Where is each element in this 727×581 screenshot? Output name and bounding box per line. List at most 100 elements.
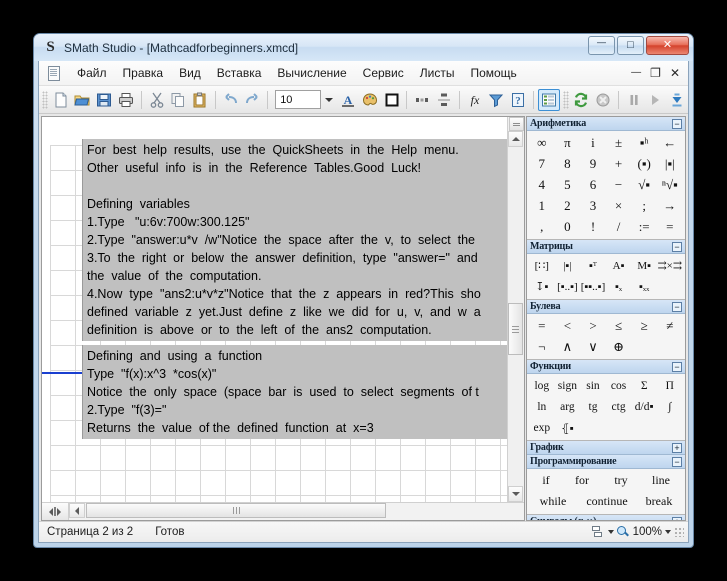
collapse-toggle-functions[interactable]: − xyxy=(672,361,682,372)
palette-key[interactable]: (▪) xyxy=(631,153,657,174)
palette-key[interactable]: ≥ xyxy=(631,315,657,336)
palette-header-programming[interactable]: Программирование − xyxy=(527,455,685,469)
filter-button[interactable] xyxy=(486,89,508,111)
palette-key[interactable]: 9 xyxy=(580,153,606,174)
toolbar-grip[interactable] xyxy=(42,90,48,109)
palette-key[interactable]: 1 xyxy=(529,195,555,216)
align-vertical-button[interactable] xyxy=(433,89,455,111)
zoom-dropdown-icon[interactable] xyxy=(665,530,671,534)
page-navigation-control[interactable] xyxy=(42,503,69,520)
print-document-button[interactable] xyxy=(115,89,137,111)
expand-toggle-graph[interactable]: + xyxy=(672,442,682,453)
text-region-instructions[interactable]: For best help results, use the QuickShee… xyxy=(82,139,524,341)
palette-key[interactable]: sign xyxy=(555,375,581,396)
document-horizontal-scrollbar[interactable] xyxy=(69,503,524,520)
download-button[interactable] xyxy=(666,89,688,111)
toolbar-grip-2[interactable] xyxy=(562,90,569,109)
play-button[interactable] xyxy=(645,89,667,111)
palette-key[interactable]: arg xyxy=(555,396,581,417)
palette-key[interactable]: for xyxy=(563,470,601,491)
document-vertical-scrollbar[interactable] xyxy=(507,117,524,502)
palette-key[interactable]: − xyxy=(606,174,632,195)
palette-key[interactable]: := xyxy=(631,216,657,237)
page-layout-icon[interactable] xyxy=(591,525,605,539)
palette-key[interactable]: ↧▪ xyxy=(529,276,555,297)
palette-key[interactable]: / xyxy=(606,216,632,237)
scroll-left-button[interactable] xyxy=(69,503,85,518)
new-document-button[interactable] xyxy=(50,89,72,111)
palette-key[interactable]: = xyxy=(529,315,555,336)
palette-key[interactable]: ⁿ√▪ xyxy=(657,174,683,195)
palette-key[interactable]: [▪..▪] xyxy=(555,276,581,297)
palette-key[interactable]: ≠ xyxy=(657,315,683,336)
background-color-button[interactable] xyxy=(359,89,381,111)
align-horizontal-button[interactable] xyxy=(411,89,433,111)
palette-key[interactable]: ← xyxy=(657,132,683,153)
minimize-button[interactable]: — xyxy=(588,36,615,55)
menu-edit[interactable]: Правка xyxy=(115,63,172,83)
menu-view[interactable]: Вид xyxy=(171,63,209,83)
collapse-toggle-boolean[interactable]: − xyxy=(672,301,682,312)
text-region-function[interactable]: Defining and using a function Type "f(x)… xyxy=(82,345,524,439)
palette-key[interactable]: 2 xyxy=(555,195,581,216)
palette-key[interactable]: |▪| xyxy=(555,255,581,276)
palette-key[interactable]: d/d▪ xyxy=(631,396,657,417)
palette-key[interactable]: → xyxy=(657,195,683,216)
palette-header-functions[interactable]: Функции − xyxy=(527,360,685,374)
palette-key[interactable]: [∷] xyxy=(529,255,555,276)
palette-key[interactable]: ln xyxy=(529,396,555,417)
font-size-dropdown-button[interactable] xyxy=(322,89,338,111)
palette-key[interactable]: sin xyxy=(580,375,606,396)
palette-key[interactable]: continue xyxy=(577,491,637,512)
font-color-button[interactable]: A xyxy=(337,89,359,111)
palette-key[interactable]: ≤ xyxy=(606,315,632,336)
maximize-button[interactable]: □ xyxy=(617,36,644,55)
palette-key[interactable]: ± xyxy=(606,132,632,153)
collapse-toggle-arithmetic[interactable]: − xyxy=(672,118,682,129)
palette-key[interactable]: ∨ xyxy=(580,336,606,357)
menu-sheets[interactable]: Листы xyxy=(412,63,463,83)
menu-insert[interactable]: Вставка xyxy=(209,63,270,83)
palette-header-arithmetic[interactable]: Арифметика − xyxy=(527,117,685,131)
palette-key[interactable]: ∞ xyxy=(529,132,555,153)
save-document-button[interactable] xyxy=(93,89,115,111)
palette-key[interactable]: > xyxy=(580,315,606,336)
palette-key[interactable]: √▪ xyxy=(631,174,657,195)
palette-key[interactable]: ⊕ xyxy=(606,336,632,357)
paste-button[interactable] xyxy=(189,89,211,111)
palette-key[interactable]: ∫ xyxy=(657,396,683,417)
vertical-scroll-thumb[interactable] xyxy=(508,303,523,355)
palette-key[interactable]: tg xyxy=(580,396,606,417)
copy-button[interactable] xyxy=(167,89,189,111)
palette-key[interactable]: Σ xyxy=(631,375,657,396)
palette-key[interactable]: break xyxy=(637,491,681,512)
palette-key[interactable]: + xyxy=(606,153,632,174)
palette-header-boolean[interactable]: Булева − xyxy=(527,300,685,314)
palette-key[interactable]: [▪▪..▪] xyxy=(580,276,606,297)
palette-key[interactable]: ⇉×⇉ xyxy=(657,255,683,276)
palette-key[interactable]: try xyxy=(601,470,641,491)
mdi-restore-icon[interactable]: ❐ xyxy=(650,67,661,79)
menu-tools[interactable]: Сервис xyxy=(355,63,412,83)
palette-key[interactable]: 0 xyxy=(555,216,581,237)
palette-key[interactable]: Π xyxy=(657,375,683,396)
palette-key[interactable]: 6 xyxy=(580,174,606,195)
palette-key[interactable]: while xyxy=(529,491,577,512)
palette-key[interactable]: M▪ xyxy=(631,255,657,276)
cut-button[interactable] xyxy=(146,89,168,111)
palette-key[interactable]: 7 xyxy=(529,153,555,174)
palette-key[interactable]: π xyxy=(555,132,581,153)
undo-button[interactable] xyxy=(220,89,242,111)
palette-key[interactable]: A▪ xyxy=(606,255,632,276)
palette-key[interactable]: 4 xyxy=(529,174,555,195)
palette-key[interactable]: ∧ xyxy=(555,336,581,357)
menu-calculation[interactable]: Вычисление xyxy=(269,63,354,83)
scroll-up-button[interactable] xyxy=(508,131,523,147)
worksheet-canvas[interactable]: For best help results, use the QuickShee… xyxy=(42,117,524,502)
palette-key[interactable]: < xyxy=(555,315,581,336)
mdi-minimize-icon[interactable]: — xyxy=(631,68,641,78)
palette-key[interactable]: ⦃▪ xyxy=(555,417,581,438)
palette-key[interactable]: ! xyxy=(580,216,606,237)
split-view-handle[interactable] xyxy=(509,117,524,131)
palette-key[interactable]: 5 xyxy=(555,174,581,195)
